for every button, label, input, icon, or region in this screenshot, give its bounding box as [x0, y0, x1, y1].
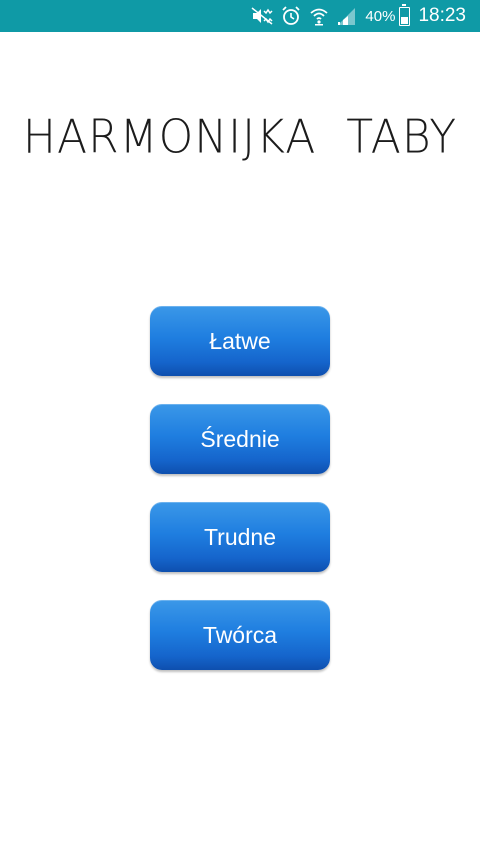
signal-icon — [337, 6, 357, 26]
battery-fill — [401, 16, 409, 24]
medium-button[interactable]: Średnie — [150, 404, 330, 474]
status-time: 18:23 — [418, 5, 466, 26]
easy-button[interactable]: Łatwe — [150, 306, 330, 376]
author-button[interactable]: Twórca — [150, 600, 330, 670]
battery-percent: 40% — [365, 7, 396, 25]
alarm-icon — [281, 6, 301, 26]
battery-icon — [399, 3, 411, 26]
wifi-icon — [309, 6, 329, 26]
mute-icon — [251, 7, 273, 25]
status-bar: 40% 18:23 — [0, 0, 480, 32]
hard-button[interactable]: Trudne — [150, 502, 330, 572]
difficulty-menu: Łatwe Średnie Trudne Twórca — [150, 306, 330, 698]
page-title: HARMONIJKA TABY — [22, 110, 458, 165]
